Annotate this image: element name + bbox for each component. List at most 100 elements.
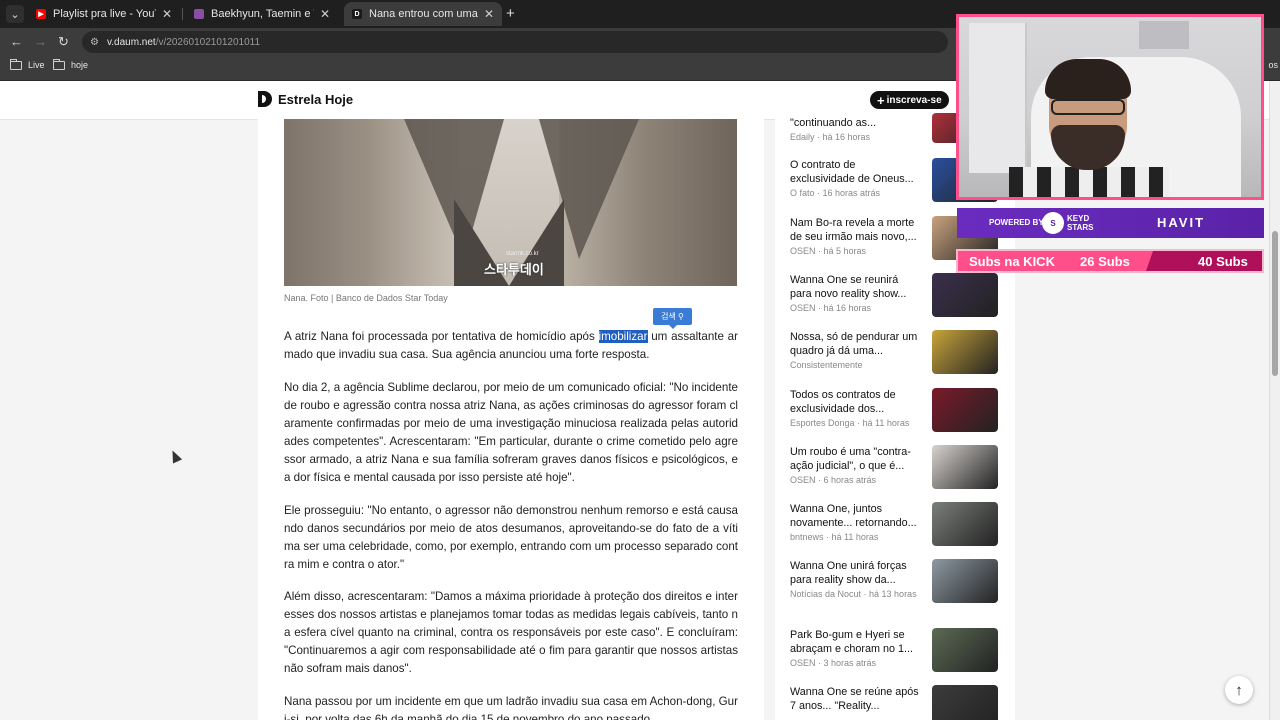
keyd-stars-logo-text: KEYD STARS bbox=[1067, 214, 1094, 232]
related-news-item[interactable]: Um roubo é uma "contra-ação judicial", o… bbox=[790, 445, 1005, 495]
bookmark-folder-live[interactable]: Live bbox=[10, 58, 45, 70]
tab-nana-article[interactable]: D Nana entrou com uma contra- ✕ bbox=[344, 2, 502, 26]
related-news-item[interactable]: Wanna One, juntos novamente... retornand… bbox=[790, 502, 1005, 552]
sponsor-banner: POWERED BY S KEYD STARS HAVIT bbox=[957, 208, 1264, 238]
search-selection-popup[interactable]: 검색 ⚲ bbox=[653, 308, 692, 329]
tab-baekhyun[interactable]: Baekhyun, Taemin e THE BOYZ ✕ bbox=[186, 2, 338, 26]
bookmark-label: Live bbox=[28, 60, 45, 70]
related-news-title[interactable]: Park Bo-gum e Hyeri se abraçam e choram … bbox=[790, 628, 922, 656]
folder-icon bbox=[10, 58, 22, 70]
related-news-meta: bntnews · há 11 horas bbox=[790, 532, 879, 542]
scrollbar-thumb[interactable] bbox=[1272, 231, 1278, 376]
subscribe-button[interactable]: + inscreva-se bbox=[870, 91, 949, 109]
related-news-thumbnail[interactable] bbox=[932, 388, 998, 432]
url-path: /v/20260102101201011 bbox=[155, 36, 261, 48]
photo-caption: Nana. Foto | Banco de Dados Star Today bbox=[284, 293, 448, 303]
related-news-meta: Esportes Donga · há 11 horas bbox=[790, 418, 910, 428]
related-news-thumbnail[interactable] bbox=[932, 445, 998, 489]
site-info-icon[interactable]: ⚙ bbox=[90, 37, 99, 48]
folder-icon bbox=[53, 58, 65, 70]
bookmark-folder-hoje[interactable]: hoje bbox=[53, 58, 89, 70]
related-news-meta: Notícias da Nocut · há 13 horas bbox=[790, 589, 917, 599]
brand-line-2: STARS bbox=[1067, 223, 1094, 232]
subs-current: 26 Subs bbox=[1080, 254, 1130, 269]
article-paragraph-5: Nana passou por um incidente em que um l… bbox=[284, 695, 738, 720]
keyd-stars-logo-icon: S bbox=[1042, 212, 1064, 234]
subs-label: Subs na KICK bbox=[969, 254, 1055, 269]
tab-youtube[interactable]: ▶ Playlist pra live - YouTube ✕ bbox=[28, 2, 180, 26]
related-news-title[interactable]: "continuando as... bbox=[790, 116, 922, 130]
related-news-thumbnail[interactable] bbox=[932, 685, 998, 720]
close-tab-icon[interactable]: ✕ bbox=[162, 7, 172, 21]
subs-goal: 40 Subs bbox=[1198, 254, 1248, 269]
article-paragraph-3: Ele prosseguiu: "No entanto, o agressor … bbox=[284, 504, 738, 571]
related-news-item[interactable]: Nossa, só de pendurar um quadro já dá um… bbox=[790, 330, 1005, 380]
site-name[interactable]: Estrela Hoje bbox=[278, 92, 353, 107]
related-news-title[interactable]: Um roubo é uma "contra-ação judicial", o… bbox=[790, 445, 922, 473]
related-news-title[interactable]: Nossa, só de pendurar um quadro já dá um… bbox=[790, 330, 922, 358]
havit-logo: HAVIT bbox=[1157, 215, 1206, 230]
close-tab-icon[interactable]: ✕ bbox=[484, 7, 494, 21]
all-bookmarks-label[interactable]: os bbox=[1268, 60, 1278, 70]
daum-logo-icon[interactable] bbox=[258, 91, 272, 107]
close-tab-icon[interactable]: ✕ bbox=[320, 7, 330, 21]
related-news-item[interactable]: Wanna One unirá forças para reality show… bbox=[790, 559, 1005, 609]
powered-by-label: POWERED BY bbox=[989, 218, 1044, 227]
site-favicon-icon bbox=[194, 9, 204, 19]
related-news-meta: OSEN · há 5 horas bbox=[790, 246, 867, 256]
related-news-meta: OSEN · há 16 horas bbox=[790, 303, 872, 313]
related-news-title[interactable]: Wanna One se reúne após 7 anos... "Reali… bbox=[790, 685, 922, 713]
photo-watermark: 스타투데이 bbox=[484, 262, 544, 277]
related-news-meta: Edaily · há 16 horas bbox=[790, 132, 871, 142]
related-news-title[interactable]: Nam Bo-ra revela a morte de seu irmão ma… bbox=[790, 216, 922, 244]
related-news-meta: OSEN · 6 horas atrás bbox=[790, 475, 877, 485]
mouse-cursor bbox=[167, 448, 183, 464]
brand-line-1: KEYD bbox=[1067, 214, 1090, 223]
url-domain: v.daum.net bbox=[106, 36, 156, 48]
scroll-to-top-button[interactable]: ↑ bbox=[1225, 676, 1253, 704]
related-news-item[interactable]: Wanna One se reunirá para novo reality s… bbox=[790, 273, 1005, 323]
related-news-title[interactable]: Wanna One, juntos novamente... retornand… bbox=[790, 502, 922, 530]
search-icon: ⚲ bbox=[678, 312, 684, 321]
plus-icon: + bbox=[877, 92, 885, 108]
related-news-thumbnail[interactable] bbox=[932, 330, 998, 374]
related-news-title[interactable]: Wanna One se reunirá para novo reality s… bbox=[790, 273, 922, 301]
article-paragraph-1: A atriz Nana foi processada por tentativ… bbox=[284, 328, 738, 364]
paragraph-text: A atriz Nana foi processada por tentativ… bbox=[284, 330, 599, 343]
related-news-item[interactable]: Park Bo-gum e Hyeri se abraçam e choram … bbox=[790, 628, 1005, 678]
related-news-item[interactable]: Wanna One se reúne após 7 anos... "Reali… bbox=[790, 685, 1005, 720]
webcam-overlay bbox=[956, 14, 1264, 200]
related-news-thumbnail[interactable] bbox=[932, 502, 998, 546]
article-paragraph-2: No dia 2, a agência Sublime declarou, po… bbox=[284, 381, 738, 484]
related-news-item[interactable]: Todos os contratos de exclusividade dos.… bbox=[790, 388, 1005, 438]
reload-icon[interactable]: ↻ bbox=[58, 34, 69, 50]
subs-goal-bar: Subs na KICK 26 Subs 40 Subs bbox=[956, 249, 1264, 273]
related-news-title[interactable]: Wanna One unirá forças para reality show… bbox=[790, 559, 922, 587]
bookmark-label: hoje bbox=[71, 60, 89, 70]
photo-watermark-url: starmk.co.kr bbox=[506, 251, 539, 257]
page-scrollbar[interactable] bbox=[1269, 81, 1280, 720]
article-paragraph-4: Além disso, acrescentaram: "Damos a máxi… bbox=[284, 590, 738, 675]
tab-title: Baekhyun, Taemin e THE BOYZ bbox=[211, 8, 314, 20]
address-bar[interactable]: ⚙ v.daum.net/v/20260102101201011 bbox=[82, 31, 948, 53]
forward-arrow-icon[interactable]: → bbox=[34, 34, 47, 49]
tab-title: Nana entrou com uma contra- bbox=[369, 8, 478, 20]
tab-title: Playlist pra live - YouTube bbox=[53, 8, 156, 20]
subscribe-label: inscreva-se bbox=[886, 94, 942, 106]
related-news-meta: O fato · 16 horas atrás bbox=[790, 188, 881, 198]
related-news-meta: OSEN · 3 horas atrás bbox=[790, 658, 877, 668]
daum-favicon-icon: D bbox=[352, 9, 362, 19]
selected-text: imobilizar bbox=[598, 330, 648, 343]
youtube-favicon-icon: ▶ bbox=[36, 9, 46, 19]
related-news-thumbnail[interactable] bbox=[932, 559, 998, 603]
related-news-title[interactable]: O contrato de exclusividade de Oneus... bbox=[790, 158, 922, 186]
related-news-thumbnail[interactable] bbox=[932, 628, 998, 672]
related-news-thumbnail[interactable] bbox=[932, 273, 998, 317]
tab-search-button[interactable]: ⌄ bbox=[6, 5, 24, 23]
related-news-title[interactable]: Todos os contratos de exclusividade dos.… bbox=[790, 388, 922, 416]
new-tab-icon[interactable]: + bbox=[506, 5, 515, 22]
related-news-meta: Consistentemente bbox=[790, 360, 863, 370]
back-arrow-icon[interactable]: ← bbox=[10, 34, 23, 49]
search-popup-label: 검색 bbox=[661, 312, 676, 321]
article-photo: starmk.co.kr 스타투데이 bbox=[284, 119, 737, 286]
